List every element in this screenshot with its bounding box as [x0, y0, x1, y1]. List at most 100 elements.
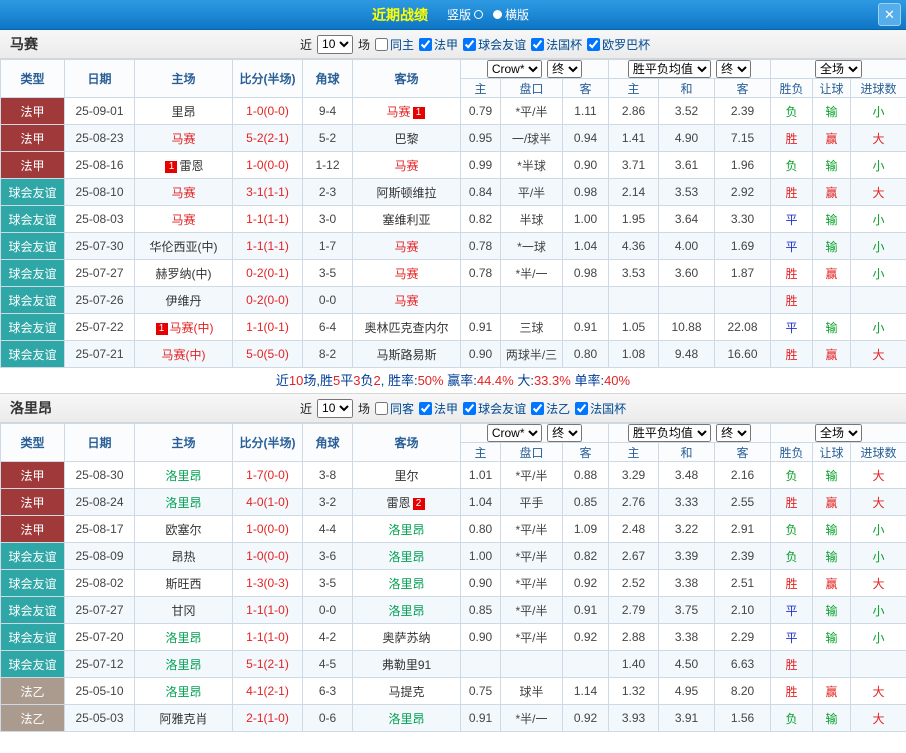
team-link[interactable]: 甘冈: [171, 604, 195, 618]
team-link[interactable]: 奥萨苏纳: [382, 631, 430, 645]
wdl-result-cell: 胜: [771, 287, 813, 314]
team-link[interactable]: 里昂: [171, 105, 195, 119]
team-link[interactable]: 马斯路易斯: [376, 348, 436, 362]
checkbox-icon[interactable]: [531, 38, 544, 51]
match-count-select[interactable]: 10: [317, 35, 353, 54]
corners-cell: 0-0: [303, 597, 353, 624]
team-link[interactable]: 阿雅克肖: [159, 712, 207, 726]
radio-selected-icon[interactable]: [493, 10, 502, 19]
odds-time-select[interactable]: 终: [547, 424, 582, 442]
wdl-result-cell: 胜: [771, 651, 813, 678]
home-team-cell: 赫罗纳(中): [135, 260, 233, 287]
team-link[interactable]: 洛里昂: [388, 604, 424, 618]
team-link[interactable]: 洛里昂: [388, 523, 424, 537]
team-link[interactable]: 阿斯顿维拉: [376, 186, 436, 200]
scope-select[interactable]: 全场: [815, 60, 862, 78]
team-link[interactable]: 马赛: [171, 213, 195, 227]
team-link[interactable]: 洛里昂: [388, 550, 424, 564]
team-link[interactable]: 弗勒里91: [382, 658, 431, 672]
team-link[interactable]: 马赛: [386, 105, 410, 119]
team-link[interactable]: 赫罗纳(中): [156, 267, 212, 281]
team-link[interactable]: 马赛: [171, 186, 195, 200]
wdl-result-cell: 平: [771, 206, 813, 233]
close-icon[interactable]: ✕: [878, 3, 901, 26]
team-link[interactable]: 洛里昂: [165, 469, 201, 483]
odds-time-select[interactable]: 终: [547, 60, 582, 78]
radio-unselected-icon[interactable]: [474, 10, 483, 19]
team-link[interactable]: 华伦西亚(中): [150, 240, 218, 254]
checkbox-icon[interactable]: [575, 402, 588, 415]
team-link[interactable]: 马赛(中): [162, 348, 206, 362]
filter-checkbox[interactable]: 同主: [375, 36, 414, 53]
team-link[interactable]: 雷恩: [179, 159, 203, 173]
team-link[interactable]: 马提克: [388, 685, 424, 699]
layout-vertical-option[interactable]: 竖版: [447, 6, 483, 23]
team-link[interactable]: 马赛: [394, 240, 418, 254]
goals-result-cell: 小: [851, 260, 906, 287]
col-corners: 角球: [303, 60, 353, 98]
team-link[interactable]: 马赛: [171, 132, 195, 146]
team-link[interactable]: 洛里昂: [165, 658, 201, 672]
avg-home-cell: 1.95: [609, 206, 659, 233]
checkbox-icon[interactable]: [419, 402, 432, 415]
layout-horizontal-option[interactable]: 横版: [493, 6, 529, 23]
team-link[interactable]: 马赛(中): [170, 321, 214, 335]
league-cell: 法甲: [1, 98, 65, 125]
filter-checkbox[interactable]: 欧罗巴杯: [587, 36, 650, 53]
filter-checkbox[interactable]: 法乙: [531, 400, 570, 417]
avg-draw-cell: [659, 287, 715, 314]
team-link[interactable]: 雷恩: [386, 496, 410, 510]
filter-checkbox[interactable]: 法国杯: [575, 400, 626, 417]
team-link[interactable]: 马赛: [394, 294, 418, 308]
team-link[interactable]: 洛里昂: [165, 631, 201, 645]
team-link[interactable]: 昂热: [171, 550, 195, 564]
filter-checkbox[interactable]: 法国杯: [531, 36, 582, 53]
filter-checkbox[interactable]: 法甲: [419, 400, 458, 417]
date-cell: 25-08-09: [65, 543, 135, 570]
date-cell: 25-08-17: [65, 516, 135, 543]
team-link[interactable]: 斯旺西: [165, 577, 201, 591]
team-link[interactable]: 马赛: [394, 159, 418, 173]
match-count-select[interactable]: 10: [317, 399, 353, 418]
handicap-result-cell: 赢: [813, 179, 851, 206]
avg-draw-cell: 3.75: [659, 597, 715, 624]
checkbox-icon[interactable]: [419, 38, 432, 51]
odds-home-cell: 0.91: [461, 705, 501, 732]
team-link[interactable]: 洛里昂: [165, 685, 201, 699]
checkbox-icon[interactable]: [375, 402, 388, 415]
filter-checkbox[interactable]: 球会友谊: [463, 36, 526, 53]
odds-company-select[interactable]: Crow*: [487, 60, 542, 78]
filter-checkbox[interactable]: 同客: [375, 400, 414, 417]
avg-group-header: 胜平负均值 终: [609, 60, 771, 79]
checkbox-icon[interactable]: [531, 402, 544, 415]
team-link[interactable]: 奥林匹克查内尔: [364, 321, 448, 335]
avg-time-select[interactable]: 终: [716, 60, 751, 78]
filter-checkbox[interactable]: 球会友谊: [463, 400, 526, 417]
checkbox-icon[interactable]: [587, 38, 600, 51]
team-link[interactable]: 洛里昂: [388, 577, 424, 591]
goals-result-cell: 大: [851, 570, 906, 597]
team-link[interactable]: 欧塞尔: [165, 523, 201, 537]
team-name: 洛里昂: [0, 398, 300, 418]
team-link[interactable]: 洛里昂: [165, 496, 201, 510]
team-link[interactable]: 巴黎: [394, 132, 418, 146]
avg-time-select[interactable]: 终: [716, 424, 751, 442]
team-link[interactable]: 洛里昂: [388, 712, 424, 726]
checkbox-icon[interactable]: [463, 402, 476, 415]
filter-label: 欧罗巴杯: [602, 36, 650, 53]
team-link[interactable]: 里尔: [394, 469, 418, 483]
odds-company-select[interactable]: Crow*: [487, 424, 542, 442]
team-link[interactable]: 马赛: [394, 267, 418, 281]
corners-cell: 8-2: [303, 341, 353, 368]
team-link[interactable]: 伊维丹: [165, 294, 201, 308]
match-row: 球会友谊25-07-26伊维丹0-2(0-0)0-0马赛胜: [1, 287, 906, 314]
checkbox-icon[interactable]: [463, 38, 476, 51]
avg-odds-select[interactable]: 胜平负均值: [628, 424, 711, 442]
scope-select[interactable]: 全场: [815, 424, 862, 442]
filter-label: 球会友谊: [478, 36, 526, 53]
checkbox-icon[interactable]: [375, 38, 388, 51]
team-link[interactable]: 塞维利亚: [382, 213, 430, 227]
avg-odds-select[interactable]: 胜平负均值: [628, 60, 711, 78]
filter-checkbox[interactable]: 法甲: [419, 36, 458, 53]
col-avg-away: 客: [715, 443, 771, 462]
